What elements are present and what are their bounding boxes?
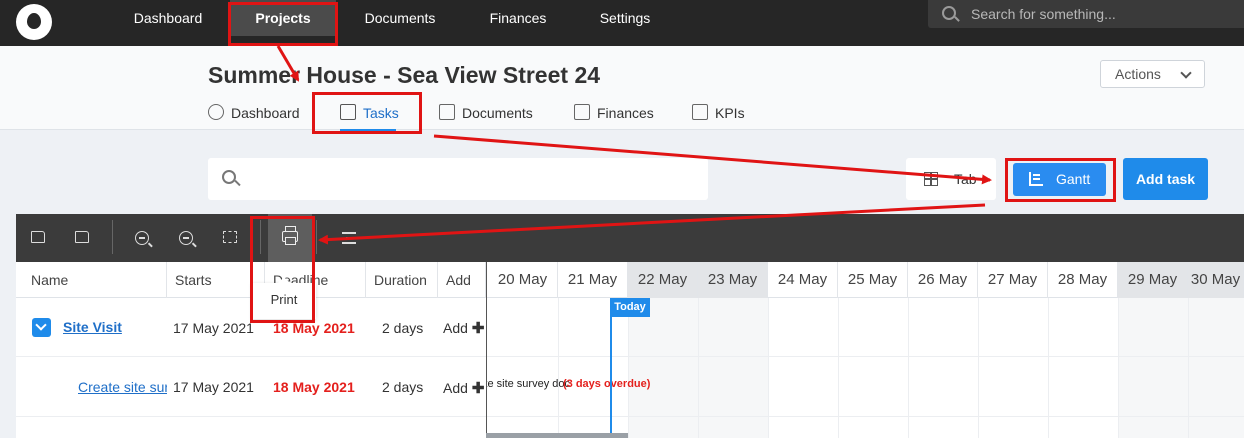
task-deadline: 18 May 2021 — [273, 379, 355, 395]
weekend-column — [628, 298, 698, 438]
date-header: 29 May — [1118, 262, 1188, 298]
row-separator — [16, 356, 1244, 357]
page-title: Summer House - Sea View Street 24 — [208, 62, 601, 88]
task-name-link[interactable]: Create site survey document — [78, 379, 167, 395]
overdue-label: (3 days overdue) — [563, 378, 651, 390]
tab-finances-label: Finances — [597, 105, 654, 121]
date-header: 30 May — [1188, 262, 1244, 298]
gantt-grid: Name Starts Deadline Duration Add 20 May… — [16, 262, 1244, 438]
annotation-box-gantt — [1005, 158, 1116, 202]
kpis-icon — [692, 104, 708, 120]
grid-header: Name Starts Deadline Duration Add 20 May… — [16, 262, 1244, 298]
top-navbar: Dashboard Projects Documents Finances Se… — [0, 0, 1244, 46]
tab-dashboard[interactable]: Dashboard — [208, 104, 303, 128]
task-name-link[interactable]: Site Visit — [63, 319, 163, 335]
date-header: 28 May — [1048, 262, 1118, 298]
gantt-toolbar — [16, 214, 1244, 262]
nav-dashboard[interactable]: Dashboard — [120, 0, 216, 36]
expand-toggle-button[interactable] — [32, 318, 51, 337]
weekend-column — [1118, 298, 1188, 438]
zoom-in-icon[interactable] — [132, 228, 152, 248]
project-header: Summer House - Sea View Street 24 Action… — [0, 46, 1244, 132]
toolbar-separator — [316, 220, 317, 254]
horizontal-scrollbar[interactable] — [486, 433, 628, 438]
column-header-add[interactable]: Add — [438, 262, 486, 298]
grid-divider[interactable] — [486, 262, 487, 438]
annotation-box-projects — [228, 2, 338, 46]
tab-documents-label: Documents — [462, 105, 533, 121]
tab-dashboard-label: Dashboard — [231, 105, 300, 121]
date-header: 25 May — [838, 262, 908, 298]
date-header: 27 May — [978, 262, 1048, 298]
add-task-button[interactable]: Add task — [1123, 158, 1208, 200]
today-badge: Today — [610, 298, 650, 317]
column-header-name[interactable]: Name — [16, 262, 167, 298]
today-marker-line — [610, 298, 612, 438]
plus-icon: ✚ — [471, 320, 485, 337]
tab-finances[interactable]: Finances — [574, 104, 654, 128]
weekend-column — [1188, 298, 1244, 438]
date-header: 24 May — [768, 262, 838, 298]
add-subtask-button[interactable]: Add ✚ — [443, 379, 486, 397]
chevron-down-icon — [1180, 67, 1192, 79]
gantt-bar-label[interactable]: Create site survey doc — [486, 378, 570, 390]
tab-kpis-label: KPIs — [715, 105, 745, 121]
annotation-box-tasks — [312, 92, 422, 134]
annotation-box-print — [250, 216, 315, 323]
add-subtask-button[interactable]: Add ✚ — [443, 319, 486, 337]
task-start-date: 17 May 2021 — [173, 379, 254, 395]
weekend-column — [698, 298, 768, 438]
date-header: 20 May — [488, 262, 558, 298]
nav-finances[interactable]: Finances — [476, 0, 560, 36]
date-header: 21 May — [558, 262, 628, 298]
global-search-placeholder: Search for something... — [971, 6, 1116, 22]
expand-all-icon[interactable] — [72, 228, 92, 248]
task-duration: 2 days — [382, 379, 424, 395]
tab-kpis[interactable]: KPIs — [692, 104, 747, 128]
date-header: 26 May — [908, 262, 978, 298]
nav-documents[interactable]: Documents — [350, 0, 450, 36]
table-view-label: Table — [954, 171, 976, 187]
logo-icon[interactable] — [16, 4, 52, 40]
actions-label: Actions — [1115, 66, 1161, 82]
actions-dropdown[interactable]: Actions — [1100, 60, 1205, 88]
fit-screen-icon[interactable] — [220, 228, 240, 248]
task-search-input[interactable] — [208, 158, 708, 200]
dashboard-icon — [208, 104, 224, 120]
zoom-out-icon[interactable] — [176, 228, 196, 248]
tab-documents[interactable]: Documents — [439, 104, 535, 128]
column-header-duration[interactable]: Duration — [366, 262, 438, 298]
nav-settings[interactable]: Settings — [586, 0, 664, 36]
plus-icon: ✚ — [471, 380, 485, 397]
search-icon — [222, 170, 236, 184]
task-duration: 2 days — [382, 320, 424, 336]
collapse-all-icon[interactable] — [28, 228, 48, 248]
add-label: Add — [443, 380, 468, 396]
finances-icon — [574, 104, 590, 120]
indent-icon[interactable] — [342, 230, 358, 246]
row-separator — [16, 416, 1244, 417]
table-icon — [924, 172, 938, 186]
table-view-button[interactable]: Table — [906, 158, 996, 200]
documents-icon — [439, 104, 455, 120]
search-icon — [942, 6, 956, 20]
add-label: Add — [443, 320, 468, 336]
toolbar-separator — [112, 220, 113, 254]
global-search-input[interactable]: Search for something... — [928, 0, 1244, 28]
date-header: 23 May — [698, 262, 768, 298]
date-header: 22 May — [628, 262, 698, 298]
